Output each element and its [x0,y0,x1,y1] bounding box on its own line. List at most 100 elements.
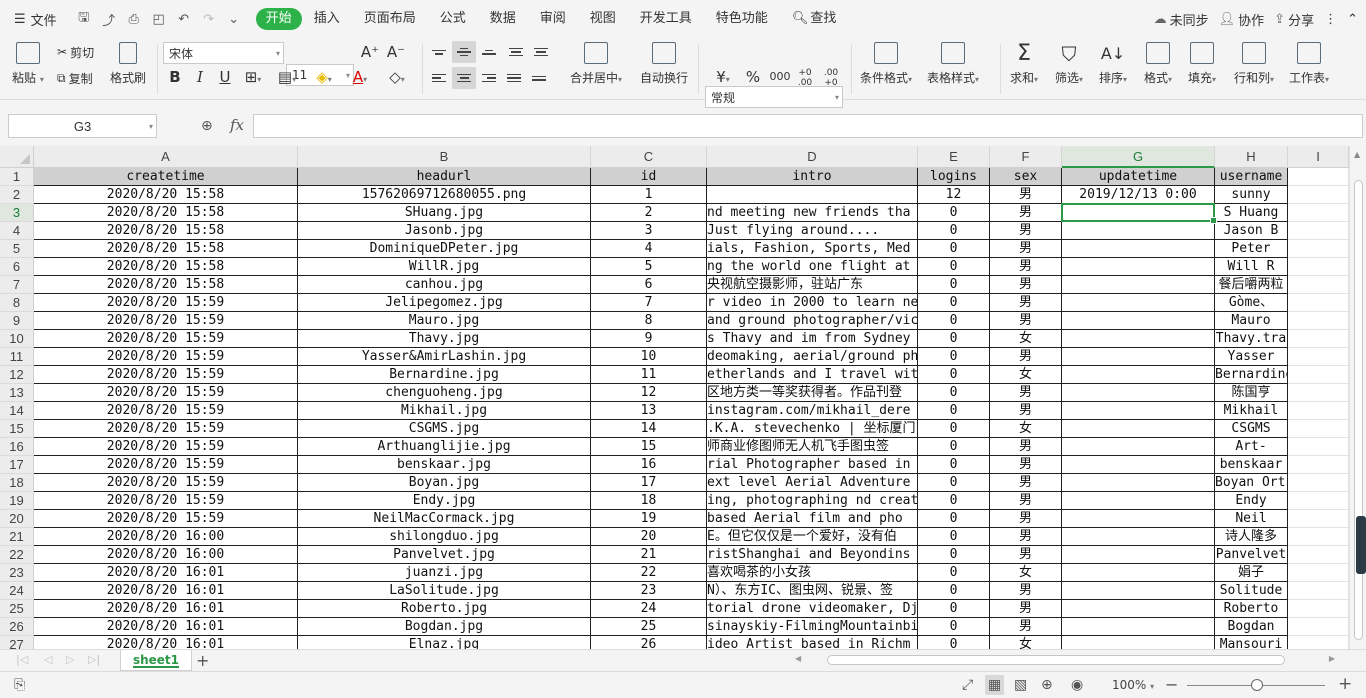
table-cell[interactable]: 2020/8/20 15:59 [34,294,298,312]
table-cell[interactable]: 22 [591,564,707,582]
table-cell[interactable]: 16 [591,456,707,474]
empty-cell[interactable] [1288,618,1349,636]
row-header[interactable]: 7 [0,276,34,294]
table-cell[interactable]: 2020/8/20 15:59 [34,330,298,348]
table-cell[interactable]: Bernardine [1215,366,1288,384]
italic-button[interactable]: I [188,68,212,86]
table-cell[interactable]: 央视航空摄影师，驻站广东 [707,276,918,294]
save-icon[interactable]: 🖫 [73,9,95,29]
table-cell[interactable]: 2020/8/20 15:59 [34,348,298,366]
scroll-up-icon[interactable]: ▲ [1354,150,1360,159]
table-cell[interactable]: DominiqueDPeter.jpg [298,240,591,258]
row-header[interactable]: 3 [0,204,34,222]
table-cell[interactable]: 喜欢喝茶的小女孩 [707,564,918,582]
empty-cell[interactable] [1288,402,1349,420]
table-cell[interactable]: 女 [990,564,1062,582]
table-cell[interactable] [1062,366,1215,384]
justify-icon[interactable] [502,67,526,89]
add-sheet-button[interactable]: + [196,651,209,670]
zoom-in-button[interactable]: + [1338,674,1352,694]
tab-insert[interactable]: 插入 [302,8,352,30]
table-cell[interactable]: ristShanghai and Beyondins [707,546,918,564]
indent-icon[interactable] [529,41,553,63]
column-header-g[interactable]: G [1062,146,1215,168]
row-header[interactable]: 10 [0,330,34,348]
table-cell[interactable] [1062,276,1215,294]
table-cell[interactable]: 女 [990,330,1062,348]
row-header[interactable]: 6 [0,258,34,276]
quick-access-dropdown-icon[interactable]: ⌄ [223,9,245,29]
table-cell[interactable]: 男 [990,186,1062,204]
eye-protection-icon[interactable]: ◉ [1071,677,1083,693]
table-cell[interactable]: E。但它仅仅是一个爱好，没有伯 [707,528,918,546]
table-cell[interactable]: 娟子 [1215,564,1288,582]
empty-cell[interactable] [1288,600,1349,618]
align-right-icon[interactable] [477,67,501,89]
table-cell[interactable]: Will R [1215,258,1288,276]
table-cell[interactable]: 男 [990,438,1062,456]
table-cell[interactable]: 2020/8/20 16:01 [34,636,298,649]
table-cell[interactable]: s Thavy and im from Sydney [707,330,918,348]
conditional-format-button[interactable]: 条件格式▾ [860,42,912,86]
table-cell[interactable]: 23 [591,582,707,600]
table-cell[interactable] [1062,528,1215,546]
table-cell[interactable]: 男 [990,258,1062,276]
align-center-icon[interactable] [452,67,476,89]
empty-cell[interactable] [1288,294,1349,312]
header-cell[interactable]: sex [990,168,1062,186]
table-cell[interactable]: benskaar.jpg [298,456,591,474]
cell-style-icon[interactable]: ▤▾ [275,68,299,86]
horizontal-scroll-thumb[interactable] [827,655,1285,665]
table-cell[interactable]: Endy.jpg [298,492,591,510]
row-header[interactable]: 8 [0,294,34,312]
table-cell[interactable]: 2020/8/20 16:01 [34,618,298,636]
outdent-icon[interactable] [504,41,528,63]
table-cell[interactable]: 男 [990,528,1062,546]
name-box[interactable]: G3 ▾ [8,114,157,138]
table-cell[interactable]: Neil [1215,510,1288,528]
table-cell[interactable]: 男 [990,474,1062,492]
table-cell[interactable]: 男 [990,618,1062,636]
table-cell[interactable]: Bogdan [1215,618,1288,636]
table-cell[interactable]: Mauro.jpg [298,312,591,330]
selected-cell[interactable] [1061,203,1217,224]
table-cell[interactable]: Elnaz.jpg [298,636,591,649]
table-cell[interactable]: Thavy.jpg [298,330,591,348]
increase-font-icon[interactable]: A⁺ [358,43,382,61]
header-cell[interactable]: intro [707,168,918,186]
row-header[interactable]: 9 [0,312,34,330]
horizontal-scrollbar[interactable]: ◀ ▶ [795,654,1335,667]
table-cell[interactable]: Endy [1215,492,1288,510]
table-cell[interactable]: 5 [591,258,707,276]
table-cell[interactable] [1062,438,1215,456]
table-cell[interactable]: 4 [591,240,707,258]
table-cell[interactable]: 2020/8/20 16:01 [34,564,298,582]
table-cell[interactable]: deomaking, aerial/ground ph [707,348,918,366]
row-header[interactable]: 25 [0,600,34,618]
row-header[interactable]: 18 [0,474,34,492]
table-cell[interactable]: chenguoheng.jpg [298,384,591,402]
table-cell[interactable]: ng the world one flight at [707,258,918,276]
table-cell[interactable]: 2020/8/20 15:58 [34,276,298,294]
table-cell[interactable]: 24 [591,600,707,618]
row-header[interactable]: 14 [0,402,34,420]
table-cell[interactable]: 2020/8/20 15:59 [34,456,298,474]
table-cell[interactable]: 8 [591,312,707,330]
table-cell[interactable]: 12 [918,186,990,204]
table-cell[interactable]: 2 [591,204,707,222]
table-cell[interactable]: Panvelvet.jpg [298,546,591,564]
table-cell[interactable]: Mikhail.jpg [298,402,591,420]
table-cell[interactable] [1062,456,1215,474]
header-cell[interactable]: id [591,168,707,186]
table-cell[interactable]: 2020/8/20 16:01 [34,582,298,600]
empty-cell[interactable] [1288,456,1349,474]
table-cell[interactable] [1062,222,1215,240]
table-cell[interactable]: 2019/12/13 0:00 [1062,186,1215,204]
table-cell[interactable]: 1 [591,186,707,204]
table-cell[interactable]: etherlands and I travel wit [707,366,918,384]
table-cell[interactable]: 0 [918,564,990,582]
increase-decimal-button[interactable]: +0 .00 [796,68,814,88]
table-cell[interactable]: 2020/8/20 15:58 [34,240,298,258]
table-cell[interactable]: N）、东方IC、图虫网、锐景、签 [707,582,918,600]
thousands-button[interactable]: 000 [766,70,794,83]
